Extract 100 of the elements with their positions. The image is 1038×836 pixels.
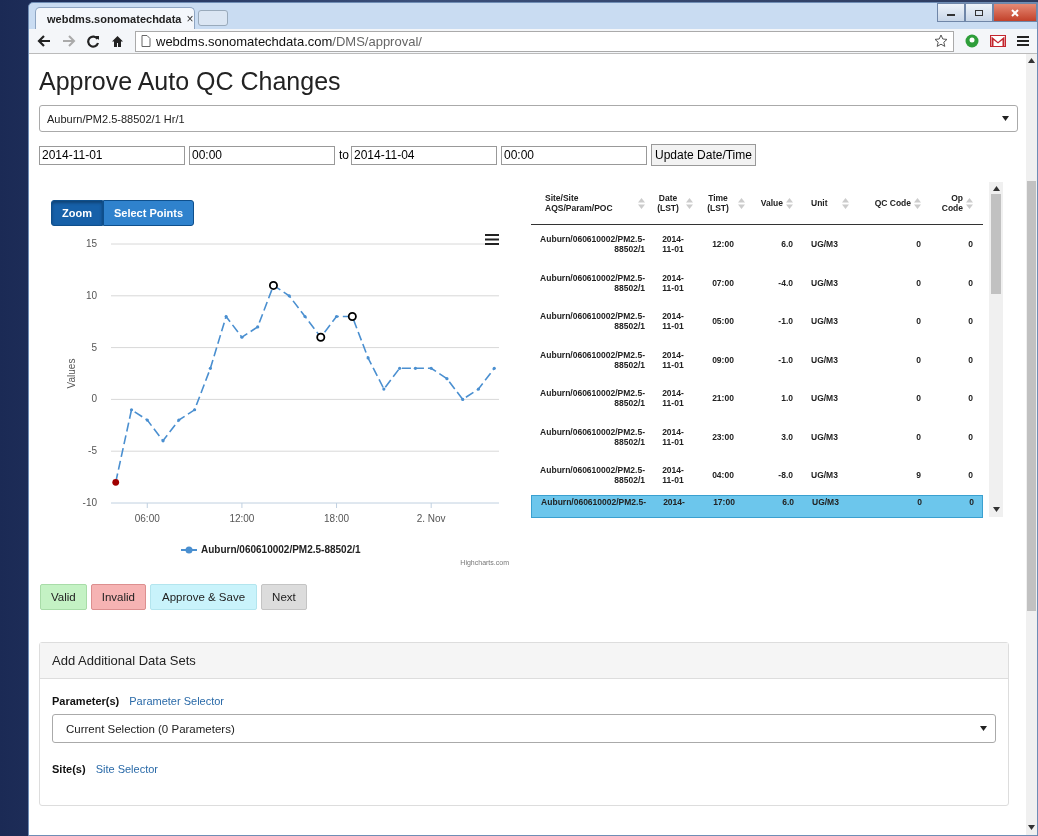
star-icon[interactable] bbox=[934, 34, 948, 48]
scroll-thumb[interactable] bbox=[1027, 181, 1036, 611]
sort-icon bbox=[638, 196, 645, 210]
table-cell-text: 0 bbox=[967, 239, 974, 250]
update-button[interactable]: Update Date/Time bbox=[651, 144, 756, 166]
table-cell-text: Auburn/060610002/PM2.5-88502/1 bbox=[539, 465, 646, 486]
reload-icon[interactable] bbox=[87, 34, 100, 48]
scroll-down-icon[interactable] bbox=[992, 507, 1000, 512]
table-scrollbar[interactable] bbox=[989, 182, 1003, 517]
table-cell-text: Auburn/060610002/PM2.5- bbox=[540, 496, 647, 507]
back-icon[interactable] bbox=[37, 35, 51, 47]
data-point-marker[interactable] bbox=[268, 280, 278, 290]
column-header[interactable]: Unit bbox=[797, 196, 853, 210]
close-tab-button[interactable]: × bbox=[186, 11, 194, 26]
scroll-up-icon[interactable] bbox=[992, 186, 1000, 191]
table-cell-text: 2014- bbox=[662, 496, 686, 507]
sort-icon bbox=[914, 196, 921, 210]
extension-icon[interactable] bbox=[965, 34, 979, 48]
data-point-marker[interactable] bbox=[112, 478, 120, 486]
data-point-marker[interactable] bbox=[445, 377, 449, 381]
table-cell-text: 2014-11-01 bbox=[661, 349, 685, 370]
action-button[interactable]: Next bbox=[261, 584, 307, 610]
selector-link[interactable]: Site Selector bbox=[95, 763, 158, 775]
table-cell-text: UG/M3 bbox=[810, 393, 839, 404]
address-bar[interactable]: webdms.sonomatechdata.com/DMS/approval/ bbox=[135, 30, 954, 52]
data-point-marker[interactable] bbox=[316, 332, 326, 342]
table-cell-text: UG/M3 bbox=[811, 496, 840, 507]
table-cell-text: 07:00 bbox=[711, 277, 735, 288]
data-point-marker[interactable] bbox=[347, 312, 357, 321]
data-point-marker[interactable] bbox=[413, 366, 417, 370]
selector-link[interactable]: Parameter Selector bbox=[129, 695, 225, 707]
data-point-marker[interactable] bbox=[208, 366, 212, 370]
browser-tab[interactable]: webdms.sonomatechdata × bbox=[35, 7, 195, 29]
column-header[interactable]: Site/Site AQS/Param/POC bbox=[531, 193, 649, 213]
action-button[interactable]: Valid bbox=[40, 584, 87, 610]
data-point-marker[interactable] bbox=[224, 314, 228, 319]
close-icon bbox=[1010, 8, 1020, 17]
chart-mode-button[interactable]: Select Points bbox=[102, 200, 195, 226]
table-cell-text: 2014-11-01 bbox=[661, 311, 685, 332]
data-point-marker[interactable] bbox=[492, 366, 496, 370]
new-tab-button[interactable] bbox=[198, 10, 228, 26]
table-row[interactable]: Auburn/060610002/PM2.5-88502/1 2014-11-01 09:00 -1.0 UG/M3 0 0 bbox=[531, 340, 983, 379]
table-cell-text: UG/M3 bbox=[810, 431, 839, 442]
data-point-marker[interactable] bbox=[334, 314, 339, 319]
sort-icon bbox=[966, 196, 973, 210]
chart-menu-icon[interactable] bbox=[484, 234, 500, 245]
data-point-marker[interactable] bbox=[193, 408, 197, 412]
table-row[interactable]: Auburn/060610002/PM2.5-88502/1 2014-11-01 23:00 3.0 UG/M3 0 0 bbox=[531, 417, 983, 456]
table-row[interactable]: Auburn/060610002/PM2.5-88502/1 2014-11-01 12:00 6.0 UG/M3 0 0 bbox=[531, 225, 983, 264]
scroll-thumb[interactable] bbox=[991, 194, 1001, 294]
data-point-marker[interactable] bbox=[398, 366, 402, 370]
forward-icon[interactable] bbox=[62, 35, 76, 47]
column-header[interactable]: Time (LST) bbox=[697, 193, 749, 213]
maximize-button[interactable] bbox=[965, 3, 993, 22]
table-row[interactable]: Auburn/060610002/PM2.5-88502/1 2014-11-01 07:00 -4.0 UG/M3 0 0 bbox=[531, 263, 983, 302]
table-row[interactable]: Auburn/060610002/PM2.5-88502/1 2014-11-01 04:00 -8.0 UG/M3 9 0 bbox=[531, 456, 983, 495]
column-header[interactable]: Op Code bbox=[925, 193, 977, 213]
selection-select[interactable]: Current Selection (0 Parameters) bbox=[52, 714, 996, 743]
data-point-marker[interactable] bbox=[161, 439, 165, 443]
data-point-marker[interactable] bbox=[303, 314, 307, 319]
table-row[interactable]: Auburn/060610002/PM2.5-88502/1 2014-11-01 05:00 -1.0 UG/M3 0 0 bbox=[531, 302, 983, 341]
data-point-marker[interactable] bbox=[429, 366, 433, 370]
data-point-marker[interactable] bbox=[366, 356, 370, 360]
chart-mode-button[interactable]: Zoom bbox=[51, 200, 103, 226]
page-scrollbar[interactable] bbox=[1026, 54, 1037, 835]
data-point-marker[interactable] bbox=[240, 335, 244, 339]
column-header[interactable]: Value bbox=[749, 196, 797, 210]
start-time-field[interactable]: 00:00 bbox=[189, 145, 335, 165]
legend-item[interactable]: Auburn/060610002/PM2.5-88502/1 bbox=[181, 544, 361, 555]
home-icon[interactable] bbox=[111, 34, 124, 48]
data-point-marker[interactable] bbox=[177, 418, 181, 422]
table-cell-text: 0 bbox=[915, 393, 922, 404]
end-time-field[interactable]: 00:00 bbox=[501, 145, 647, 165]
series-select[interactable]: Auburn/PM2.5-88502/1 Hr/1 bbox=[39, 105, 1018, 132]
table-cell-text: 09:00 bbox=[711, 354, 735, 365]
table-cell-text: 0 bbox=[916, 496, 923, 507]
action-button[interactable]: Invalid bbox=[90, 584, 146, 610]
close-window-button[interactable] bbox=[993, 3, 1037, 22]
data-point-marker[interactable] bbox=[129, 408, 134, 412]
y-axis-title: Values bbox=[66, 358, 77, 389]
data-point-marker[interactable] bbox=[382, 387, 386, 391]
scroll-down-icon[interactable] bbox=[1028, 825, 1035, 830]
menu-icon[interactable] bbox=[1017, 35, 1029, 47]
table-row[interactable]: Auburn/060610002/PM2.5- 2014- 17:00 6.0 UG/M3 0 0 bbox=[531, 494, 983, 518]
end-date-field[interactable]: 2014-11-04 bbox=[351, 145, 497, 165]
column-header[interactable]: QC Code bbox=[853, 196, 925, 210]
start-date-field[interactable]: 2014-11-01 bbox=[39, 145, 185, 165]
minimize-button[interactable] bbox=[937, 3, 965, 22]
mail-icon[interactable] bbox=[990, 35, 1006, 47]
data-point-marker[interactable] bbox=[145, 418, 149, 422]
data-point-marker[interactable] bbox=[287, 294, 291, 298]
scroll-up-icon[interactable] bbox=[1028, 58, 1035, 63]
data-point-marker[interactable] bbox=[461, 397, 465, 401]
data-point-marker[interactable] bbox=[256, 325, 260, 329]
action-button[interactable]: Approve & Save bbox=[149, 584, 258, 610]
table-cell-text: 0 bbox=[967, 470, 974, 481]
x-tick-label: 18:00 bbox=[324, 513, 350, 524]
table-row[interactable]: Auburn/060610002/PM2.5-88502/1 2014-11-01 21:00 1.0 UG/M3 0 0 bbox=[531, 379, 983, 418]
data-point-marker[interactable] bbox=[476, 387, 481, 391]
column-header[interactable]: Date (LST) bbox=[649, 193, 697, 213]
